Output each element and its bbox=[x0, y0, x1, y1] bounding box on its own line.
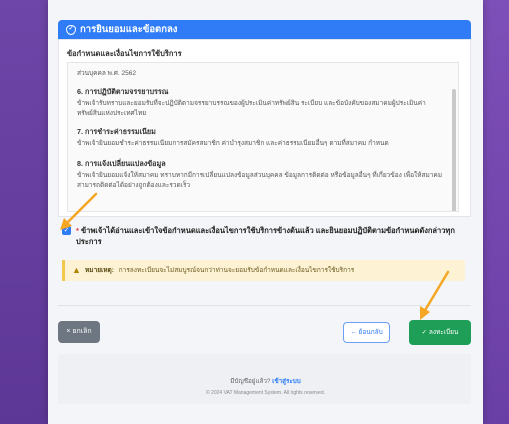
annotation-arrow-register bbox=[420, 270, 450, 320]
terms-heading-8: 8. การแจ้งเปลี่ยนแปลงข้อมูล bbox=[77, 159, 166, 168]
terms-scroll-box[interactable]: ส่วนบุคคล พ.ศ. 2562 6. การปฏิบัติตามจรรย… bbox=[67, 62, 459, 212]
login-prompt: มีบัญชีอยู่แล้ว? เข้าสู่ระบบ bbox=[48, 376, 483, 386]
page-background-right bbox=[483, 0, 509, 424]
page-background-left bbox=[0, 0, 48, 424]
terms-text-6: ข้าพเจ้ารับทราบและยอมรับที่จะปฏิบัติตามจ… bbox=[77, 100, 426, 117]
shield-icon: ✓ bbox=[66, 24, 76, 35]
cancel-button[interactable]: × ยกเลิก bbox=[58, 321, 100, 343]
annotation-arrow-checkbox bbox=[60, 192, 98, 230]
warning-text: การลงทะเบียนจะไม่สมบูรณ์จนกว่าท่านจะยอมร… bbox=[118, 267, 355, 274]
terms-heading-6: 6. การปฏิบัติตามจรรยาบรรณ bbox=[77, 87, 169, 96]
terms-text-continued: ส่วนบุคคล พ.ศ. 2562 bbox=[77, 70, 136, 77]
terms-text-7: ข้าพเจ้ายินยอมชำระค่าธรรมเนียมการสมัครสม… bbox=[77, 140, 389, 147]
copyright: © 2024 VAT Management System. All rights… bbox=[205, 390, 326, 396]
registration-card: ✓ การยินยอมและข้อตกลง ข้อกำหนดและเงื่อนไ… bbox=[48, 0, 483, 424]
consent-header: ✓ การยินยอมและข้อตกลง bbox=[58, 20, 471, 39]
terms-panel: ข้อกำหนดและเงื่อนไขการใช้บริการ ส่วนบุคค… bbox=[58, 39, 471, 217]
warning-label: หมายเหตุ: bbox=[85, 267, 114, 274]
terms-scrollbar[interactable] bbox=[452, 89, 456, 211]
consent-title: การยินยอมและข้อตกลง bbox=[80, 24, 178, 35]
login-link[interactable]: เข้าสู่ระบบ bbox=[272, 378, 301, 385]
back-button[interactable]: ← ย้อนกลับ bbox=[343, 322, 390, 343]
warning-alert: ▲ หมายเหตุ: การลงทะเบียนจะไม่สมบูรณ์จนกว… bbox=[62, 260, 465, 281]
terms-text-8: ข้าพเจ้ายินยอมแจ้งให้สมาคม ทราบหากมีการเ… bbox=[77, 172, 443, 189]
consent-label[interactable]: * ข้าพเจ้าได้อ่านและเข้าใจข้อกำหนดและเงื… bbox=[76, 225, 468, 247]
terms-subheading: ข้อกำหนดและเงื่อนไขการใช้บริการ bbox=[67, 49, 182, 58]
consent-label-text: ข้าพเจ้าได้อ่านและเข้าใจข้อกำหนดและเงื่อ… bbox=[76, 226, 455, 246]
warning-icon: ▲ bbox=[72, 265, 81, 275]
terms-heading-7: 7. การชำระค่าธรรมเนียม bbox=[77, 127, 156, 136]
login-question: มีบัญชีอยู่แล้ว? bbox=[230, 378, 271, 385]
